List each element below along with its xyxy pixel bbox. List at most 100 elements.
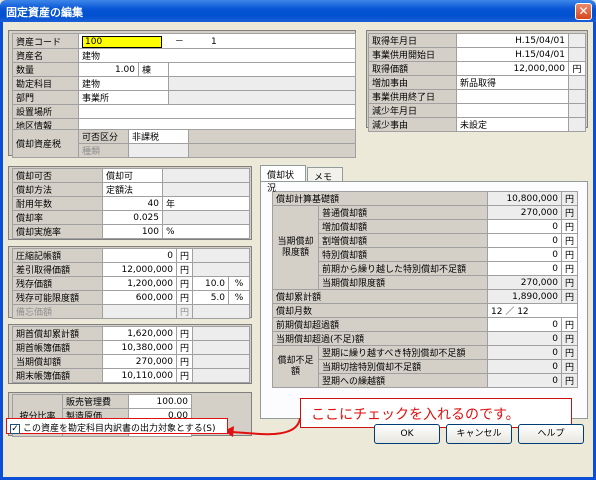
label: 減少事由	[368, 117, 457, 132]
label: 減少年月日	[368, 103, 457, 118]
label: 償却計算基礎額	[272, 191, 488, 206]
label: 取得年月日	[368, 33, 457, 48]
opening-accum-input[interactable]: 1,620,000	[102, 326, 177, 341]
asset-code-input[interactable]: 100	[82, 36, 162, 48]
label: 設置場所	[12, 104, 79, 119]
label: 販売管理費	[62, 394, 129, 409]
label: 備忘価額	[12, 304, 103, 319]
value: 0	[486, 345, 562, 360]
months-field[interactable]: 12 ／ 12	[486, 303, 579, 318]
limit-pct-input[interactable]: 5.0	[192, 290, 230, 305]
department-input[interactable]: 事業所	[78, 90, 169, 105]
output-target-checkbox[interactable]: ✓	[10, 423, 20, 434]
months-b: 12	[517, 307, 529, 317]
impl-rate-input[interactable]: 100	[102, 224, 163, 239]
current-depr: 270,000	[102, 354, 177, 369]
label: 当期償却限度額	[318, 275, 488, 290]
close-button[interactable]: ✕	[575, 3, 592, 20]
label: 資産名	[12, 48, 79, 63]
label: 増加事由	[368, 75, 457, 90]
status-table: 償却計算基礎額 10,800,000 円 当期償却限度額 普通償却額 270,000 円 …	[272, 191, 579, 388]
label: 前期償却超過額	[272, 317, 488, 332]
tax-label: 償却資産税	[12, 129, 79, 158]
unit: 円	[560, 359, 579, 374]
depr-method-input[interactable]: 定額法	[102, 182, 163, 197]
depr-rate: 0.025	[102, 210, 163, 225]
label: 残存可能限度額	[12, 290, 103, 305]
depreciation-table: 償却可否 償却可 償却方法 定額法 耐用年数 40 年 償却率 0.025 償却実施率 10…	[12, 168, 250, 239]
label: 資産コード	[12, 33, 79, 49]
unit: 円	[175, 304, 194, 319]
label: 期末帳簿価額	[12, 368, 103, 383]
unit: 円	[560, 191, 579, 206]
unit: 円	[560, 289, 579, 304]
label: 取得価額	[368, 61, 457, 76]
unit: 円	[560, 247, 579, 262]
dates-table: 取得年月日 H.15/04/01 事業供用開始日 H.15/04/01 取得価額 12…	[368, 33, 586, 132]
label: 特別償却額	[318, 247, 488, 262]
tab-depreciation-status[interactable]: 償却状況	[260, 165, 306, 194]
start-date-input[interactable]: H.15/04/01	[456, 47, 569, 62]
depr-allowed-input[interactable]: 償却可	[102, 168, 163, 183]
cancel-button[interactable]: キャンセル	[446, 424, 512, 444]
help-button[interactable]: ヘルプ	[518, 424, 584, 444]
value: 0	[486, 359, 562, 374]
special-depr-input[interactable]: 0	[486, 247, 562, 262]
months-a[interactable]: 12	[491, 307, 502, 317]
asset-code-field[interactable]: 100 － 1	[78, 33, 356, 49]
account-input[interactable]: 建物	[78, 76, 169, 91]
unit: 円	[175, 262, 194, 277]
alloc-sga-input[interactable]: 100.00	[128, 394, 192, 409]
label: 数量	[12, 62, 79, 77]
unit: 年	[162, 196, 250, 211]
unit: 円	[568, 61, 586, 76]
unit: 円	[175, 290, 194, 305]
acquired-date-input[interactable]: H.15/04/01	[456, 33, 569, 48]
unit: 円	[175, 354, 194, 369]
decrease-reason-input[interactable]: 未設定	[456, 117, 569, 132]
unit: 円	[560, 261, 579, 276]
value: 0	[486, 373, 562, 388]
decrease-date-input[interactable]	[456, 103, 569, 118]
opening-book: 10,380,000	[102, 340, 177, 355]
basic-info-table: 資産コード 100 － 1 資産名 建物 数量 1.00 棟 勘定科目 建物 部門 事業所 …	[12, 33, 356, 133]
window-title: 固定資産の編集	[0, 0, 596, 22]
unit: 円	[560, 373, 579, 388]
label: 差引取得価額	[12, 262, 103, 277]
unit: 円	[175, 368, 194, 383]
label: 当期償却超過(不足)額	[272, 331, 488, 346]
value: 1,890,000	[486, 289, 562, 304]
tax-kubun-input[interactable]: 非課税	[128, 129, 189, 144]
premium-depr-input[interactable]: 0	[486, 233, 562, 248]
prev-over-input[interactable]: 0	[486, 317, 562, 332]
useful-life-input[interactable]: 40	[102, 196, 163, 211]
asset-name-input[interactable]: 建物	[78, 48, 356, 63]
unit: 円	[560, 275, 579, 290]
compression-input[interactable]: 0	[102, 248, 177, 263]
residual-input[interactable]: 1,200,000	[102, 276, 177, 291]
tax-type-input	[128, 143, 189, 158]
residual-pct-input[interactable]: 10.0	[192, 276, 230, 291]
unit: 円	[175, 326, 194, 341]
net-acquisition: 12,000,000	[102, 262, 177, 277]
period-table: 期首償却累計額 1,620,000 円 期首帳簿価額 10,380,000 円 当期償却…	[12, 326, 250, 383]
quantity-unit[interactable]: 棟	[138, 62, 169, 77]
output-target-checkbox-row[interactable]: ✓ この資産を勘定科目内訳書の出力対象とする(S)	[6, 418, 228, 434]
tax-type-label: 種類	[78, 143, 129, 158]
acquisition-price-input[interactable]: 12,000,000	[456, 61, 569, 76]
location-input[interactable]	[78, 104, 356, 119]
residual-limit-input[interactable]: 600,000	[102, 290, 177, 305]
value: 0	[486, 331, 562, 346]
carried-shortage-input[interactable]: 0	[486, 261, 562, 276]
label: 償却月数	[272, 303, 488, 318]
increase-reason-input[interactable]: 新品取得	[456, 75, 569, 90]
unit: 円	[175, 248, 194, 263]
label: 翌期への繰越額	[318, 373, 488, 388]
asset-sub-code[interactable]: 1	[187, 37, 217, 47]
increase-depr-input[interactable]: 0	[486, 219, 562, 234]
label: 部門	[12, 90, 79, 105]
quantity-input[interactable]: 1.00	[78, 62, 139, 77]
end-date-input[interactable]	[456, 89, 569, 104]
short-group-label: 償却不足額	[272, 345, 319, 388]
ok-button[interactable]: OK	[374, 424, 440, 444]
